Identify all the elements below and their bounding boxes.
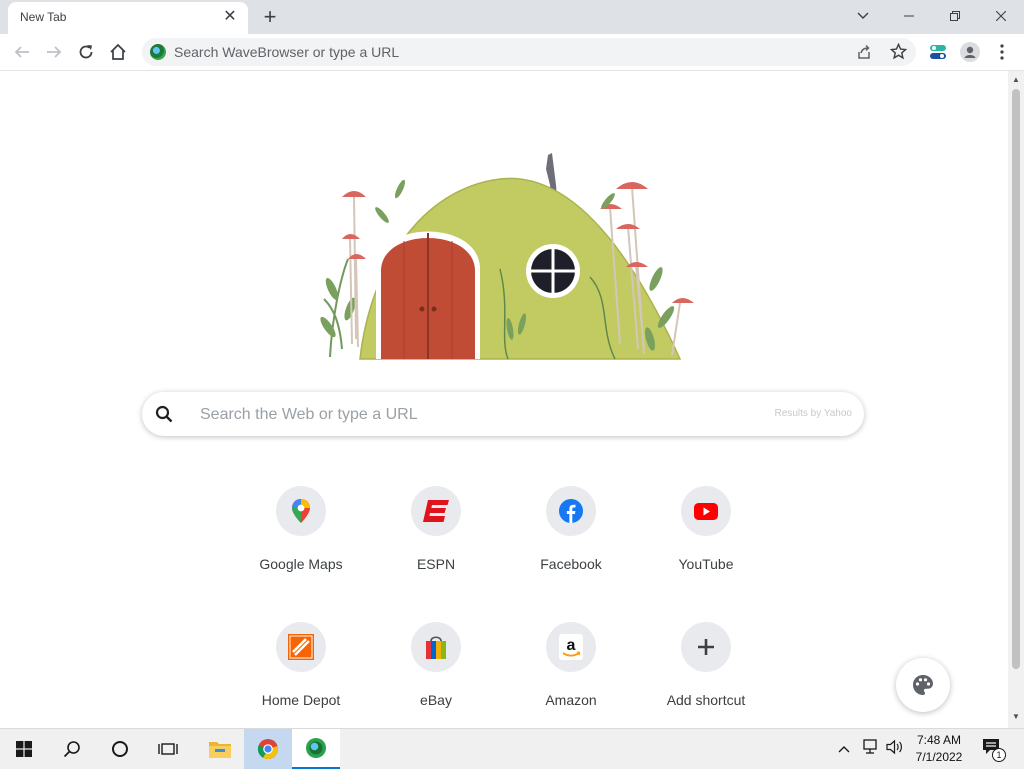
- facebook-icon: [546, 486, 596, 536]
- task-view-icon[interactable]: [144, 729, 192, 769]
- file-explorer-icon[interactable]: [196, 729, 244, 769]
- chrome-taskbar-icon[interactable]: [244, 729, 292, 769]
- wavebrowser-taskbar-icon[interactable]: [292, 729, 340, 769]
- profile-avatar-icon[interactable]: [956, 38, 984, 66]
- minimize-button[interactable]: [886, 0, 932, 32]
- back-icon[interactable]: [8, 38, 36, 66]
- amazon-icon: a: [546, 622, 596, 672]
- youtube-icon: [681, 486, 731, 536]
- plus-icon: [681, 622, 731, 672]
- address-bar-placeholder: Search WaveBrowser or type a URL: [174, 44, 400, 60]
- shortcut-label: YouTube: [678, 556, 734, 572]
- cortana-icon[interactable]: [96, 729, 144, 769]
- close-window-button[interactable]: [978, 0, 1024, 32]
- shortcut-label: Home Depot: [261, 692, 341, 708]
- share-icon[interactable]: [856, 44, 872, 65]
- scroll-up-icon[interactable]: ▲: [1012, 75, 1020, 84]
- browser-toolbar: Search WaveBrowser or type a URL: [0, 34, 1024, 71]
- shortcut-home-depot[interactable]: Home Depot: [245, 622, 357, 728]
- shortcut-label: Google Maps: [259, 556, 343, 572]
- action-center-icon[interactable]: 1: [982, 738, 1006, 762]
- espn-icon: [411, 486, 461, 536]
- shortcut-facebook[interactable]: Facebook: [515, 486, 627, 596]
- shortcut-label: Amazon: [545, 692, 597, 708]
- tab-strip: New Tab ✕ +: [0, 0, 1024, 34]
- home-icon[interactable]: [104, 38, 132, 66]
- address-bar[interactable]: Search WaveBrowser or type a URL: [142, 38, 916, 66]
- shortcut-label: ESPN: [416, 556, 456, 572]
- tab-close-icon[interactable]: ✕: [220, 7, 240, 27]
- taskbar-clock[interactable]: 7:48 AM 7/1/2022: [908, 732, 970, 766]
- web-search-input[interactable]: [198, 392, 762, 438]
- hill-house-illustration: [320, 153, 694, 360]
- windows-start-icon[interactable]: [0, 729, 48, 769]
- forward-icon[interactable]: [40, 38, 68, 66]
- shortcut-google-maps[interactable]: Google Maps: [245, 486, 357, 596]
- show-hidden-icons-chevron-icon[interactable]: [838, 740, 850, 758]
- clock-date: 7/1/2022: [915, 750, 963, 764]
- add-shortcut-button[interactable]: Add shortcut: [650, 622, 762, 728]
- page-scrollbar[interactable]: ▲ ▼: [1008, 71, 1024, 728]
- network-icon[interactable]: [862, 739, 880, 760]
- windows-taskbar: 7:48 AM 7/1/2022 1: [0, 728, 1024, 769]
- reload-icon[interactable]: [72, 38, 100, 66]
- shortcut-espn[interactable]: ESPN: [380, 486, 492, 596]
- google-maps-icon: [276, 486, 326, 536]
- clock-time: 7:48 AM: [916, 733, 962, 747]
- shortcut-label: Facebook: [540, 556, 602, 572]
- tab-new-tab[interactable]: New Tab ✕: [8, 2, 248, 34]
- notification-count-badge: 1: [992, 748, 1006, 762]
- shortcut-youtube[interactable]: YouTube: [650, 486, 762, 596]
- search-attribution: Results by Yahoo: [774, 408, 852, 419]
- tab-title: New Tab: [20, 10, 67, 24]
- shortcut-ebay[interactable]: eBay: [380, 622, 492, 728]
- shortcut-amazon[interactable]: a Amazon: [515, 622, 627, 728]
- svg-text:a: a: [567, 637, 576, 654]
- new-tab-button[interactable]: +: [258, 5, 282, 29]
- volume-icon[interactable]: [886, 739, 904, 760]
- web-search-box[interactable]: Results by Yahoo: [142, 392, 864, 438]
- search-icon[interactable]: [155, 405, 173, 428]
- home-depot-icon: [276, 622, 326, 672]
- tab-search-chevron-icon[interactable]: [840, 0, 886, 32]
- taskbar-search-icon[interactable]: [48, 729, 96, 769]
- wavebrowser-logo-icon: [150, 44, 166, 60]
- extensions-icon[interactable]: [924, 38, 952, 66]
- ebay-bag-icon: [411, 622, 461, 672]
- scroll-down-icon[interactable]: ▼: [1012, 712, 1020, 721]
- shortcut-label: Add shortcut: [666, 692, 746, 708]
- shortcut-label: eBay: [420, 692, 452, 708]
- bookmark-star-icon[interactable]: [889, 42, 908, 65]
- restore-button[interactable]: [932, 0, 978, 32]
- palette-icon: [913, 675, 933, 695]
- scrollbar-thumb[interactable]: [1012, 89, 1020, 669]
- customize-palette-button[interactable]: [896, 658, 950, 712]
- menu-kebab-icon[interactable]: [988, 38, 1016, 66]
- new-tab-page: Results by Yahoo Google Maps ESPN Facebo…: [0, 71, 1008, 728]
